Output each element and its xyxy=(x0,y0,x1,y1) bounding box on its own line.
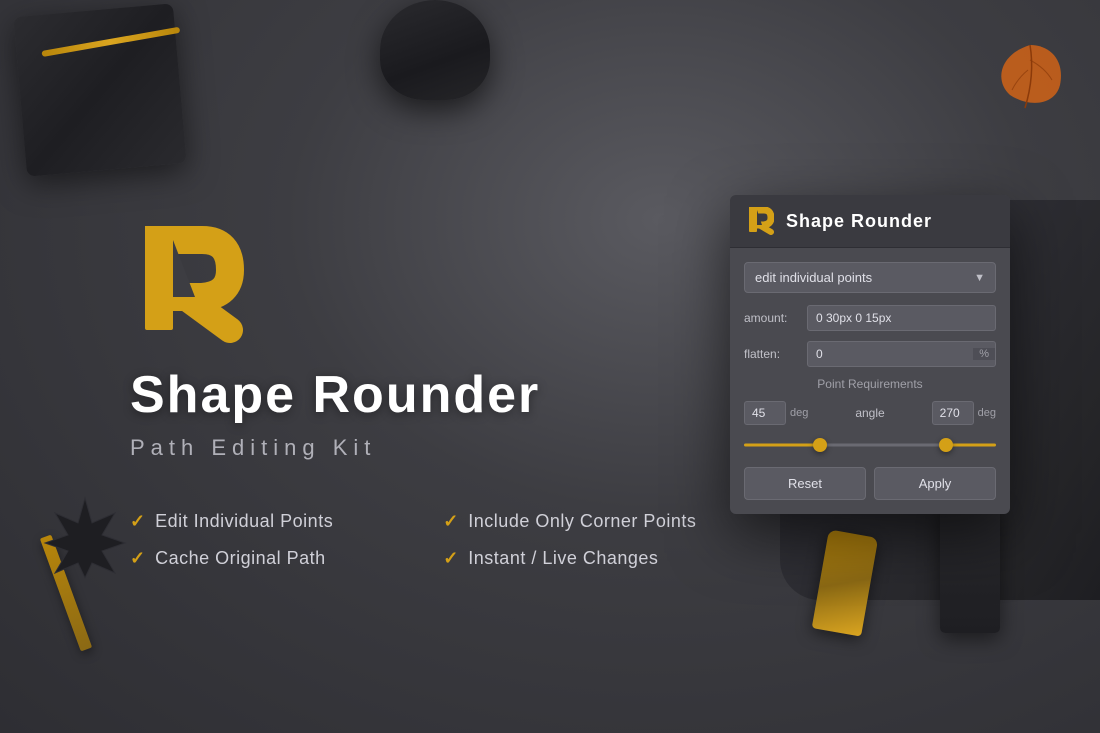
apply-button[interactable]: Apply xyxy=(874,467,996,500)
angle-max-input[interactable] xyxy=(932,401,974,425)
features-list: ✓ Edit Individual Points ✓ Include Only … xyxy=(130,511,696,569)
feature-text-2: Cache Original Path xyxy=(155,548,326,569)
flatten-field: flatten: % xyxy=(744,341,996,367)
angle-slider[interactable] xyxy=(744,435,996,455)
angle-min-input[interactable] xyxy=(744,401,786,425)
feature-corner-points: ✓ Include Only Corner Points xyxy=(443,511,696,532)
sub-title: Path Editing Kit xyxy=(130,435,376,461)
amount-input[interactable] xyxy=(807,305,996,331)
check-icon-2: ✓ xyxy=(130,548,145,569)
amount-label: amount: xyxy=(744,311,799,325)
flatten-label: flatten: xyxy=(744,347,799,361)
logo-icon xyxy=(130,225,250,345)
feature-edit-individual: ✓ Edit Individual Points xyxy=(130,511,383,532)
angle-min-group: deg xyxy=(744,401,808,425)
feature-live-changes: ✓ Instant / Live Changes xyxy=(443,548,696,569)
amount-field: amount: xyxy=(744,305,996,331)
chevron-down-icon: ▼ xyxy=(974,272,985,284)
slider-thumb-left[interactable] xyxy=(813,438,827,452)
panel-buttons: Reset Apply xyxy=(744,467,996,500)
flatten-unit: % xyxy=(973,348,995,360)
dropdown-value: edit individual points xyxy=(755,270,872,285)
angle-center-label: angle xyxy=(814,406,925,420)
flatten-input[interactable] xyxy=(808,342,973,366)
slider-thumb-right[interactable] xyxy=(939,438,953,452)
angle-min-unit: deg xyxy=(790,407,808,419)
section-title: Point Requirements xyxy=(744,377,996,391)
angle-max-unit: deg xyxy=(978,407,996,419)
check-icon-4: ✓ xyxy=(443,548,458,569)
angle-row: deg angle deg xyxy=(744,401,996,425)
panel-body: edit individual points ▼ amount: flatten… xyxy=(730,248,1010,514)
main-title: Shape Rounder xyxy=(130,365,540,425)
panel-title: Shape Rounder xyxy=(786,211,932,232)
feature-text-1: Edit Individual Points xyxy=(155,511,333,532)
mode-dropdown[interactable]: edit individual points ▼ xyxy=(744,262,996,293)
check-icon-3: ✓ xyxy=(443,511,458,532)
panel-header: Shape Rounder xyxy=(730,195,1010,248)
shape-rounder-panel: Shape Rounder edit individual points ▼ a… xyxy=(730,195,1010,514)
feature-text-4: Instant / Live Changes xyxy=(468,548,658,569)
reset-button[interactable]: Reset xyxy=(744,467,866,500)
panel-logo xyxy=(746,207,774,235)
flatten-input-wrapper: % xyxy=(807,341,996,367)
feature-cache-path: ✓ Cache Original Path xyxy=(130,548,383,569)
check-icon-1: ✓ xyxy=(130,511,145,532)
slider-track xyxy=(744,444,996,447)
angle-max-group: deg xyxy=(932,401,996,425)
feature-text-3: Include Only Corner Points xyxy=(468,511,696,532)
